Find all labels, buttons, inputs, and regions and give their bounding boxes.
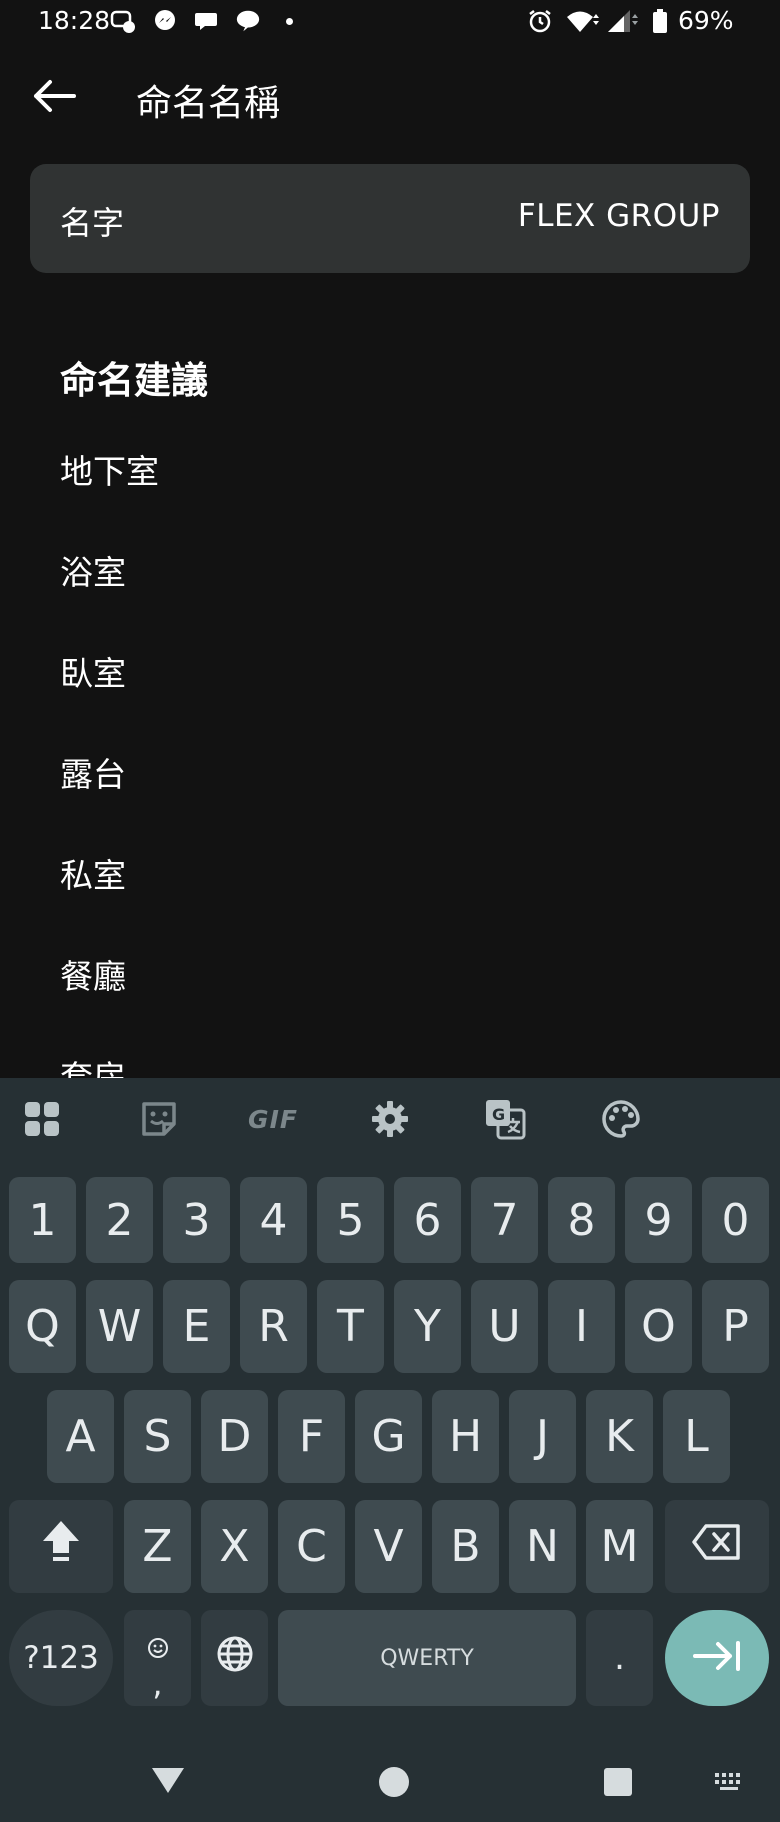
name-field[interactable]: 名字 FLEX GROUP (30, 164, 750, 273)
key-8[interactable]: 8 (548, 1177, 615, 1263)
period-label: . (614, 1638, 625, 1678)
battery-icon (650, 8, 670, 34)
key-d[interactable]: D (201, 1390, 268, 1483)
wifi-icon (565, 8, 601, 34)
period-key[interactable]: . (586, 1610, 653, 1706)
key-y[interactable]: Y (394, 1280, 461, 1373)
key-2[interactable]: 2 (86, 1177, 153, 1263)
alarm-icon (527, 8, 553, 34)
key-0[interactable]: 0 (702, 1177, 769, 1263)
key-1[interactable]: 1 (9, 1177, 76, 1263)
suggestion-item[interactable]: 浴室 (60, 543, 460, 603)
key-l[interactable]: L (663, 1390, 730, 1483)
translate-icon[interactable]: G (482, 1096, 528, 1142)
key-x[interactable]: X (201, 1500, 268, 1593)
symbols-key-label: ?123 (23, 1640, 99, 1676)
key-a[interactable]: A (47, 1390, 114, 1483)
key-s[interactable]: S (124, 1390, 191, 1483)
space-key[interactable]: QWERTY (278, 1610, 576, 1706)
suggestion-item[interactable]: 餐廳 (60, 947, 460, 1007)
next-field-icon (692, 1633, 742, 1684)
language-key[interactable] (201, 1610, 268, 1706)
recents-nav-icon[interactable] (598, 1762, 638, 1802)
key-q[interactable]: Q (9, 1280, 76, 1373)
navigation-bar (0, 1740, 780, 1822)
emoji-comma-key[interactable]: , (124, 1610, 191, 1706)
emoji-icon (147, 1619, 169, 1670)
line-icon (235, 8, 261, 34)
key-o[interactable]: O (625, 1280, 692, 1373)
key-p[interactable]: P (702, 1280, 769, 1373)
status-time: 18:28 (38, 6, 111, 35)
backspace-icon (692, 1521, 742, 1572)
key-t[interactable]: T (317, 1280, 384, 1373)
page-title: 命名名稱 (136, 83, 281, 124)
key-f[interactable]: F (278, 1390, 345, 1483)
name-field-label: 名字 (60, 204, 125, 242)
signal-icon (606, 8, 642, 34)
apps-grid-icon[interactable] (19, 1096, 65, 1142)
key-6[interactable]: 6 (394, 1177, 461, 1263)
key-h[interactable]: H (432, 1390, 499, 1483)
enter-key[interactable] (665, 1610, 769, 1706)
back-button[interactable] (26, 70, 82, 126)
name-field-value[interactable]: FLEX GROUP (518, 198, 720, 234)
svg-text:G: G (492, 1105, 505, 1124)
gif-label: GIF (248, 1104, 298, 1134)
suggestion-item[interactable]: 臥室 (60, 644, 460, 704)
home-nav-icon[interactable] (374, 1762, 414, 1802)
suggestion-list: 地下室 浴室 臥室 露台 私室 餐廳 套房 (0, 420, 780, 1078)
key-4[interactable]: 4 (240, 1177, 307, 1263)
keyboard-toolbar: GIF G (0, 1078, 780, 1160)
chat-bubble-icon (194, 8, 220, 34)
gif-icon[interactable]: GIF (248, 1096, 298, 1142)
comma-label: , (152, 1664, 163, 1703)
messenger-icon (152, 8, 178, 34)
keyboard: GIF G 1 2 3 4 5 6 7 8 9 0 Q W E R T Y U … (0, 1078, 780, 1740)
settings-gear-icon[interactable] (367, 1096, 413, 1142)
key-n[interactable]: N (509, 1500, 576, 1593)
sticker-icon[interactable] (136, 1096, 182, 1142)
key-v[interactable]: V (355, 1500, 422, 1593)
battery-percentage: 69% (678, 6, 734, 35)
space-key-label: QWERTY (380, 1645, 474, 1671)
arrow-back-icon (32, 79, 76, 117)
key-r[interactable]: R (240, 1280, 307, 1373)
key-5[interactable]: 5 (317, 1177, 384, 1263)
key-u[interactable]: U (471, 1280, 538, 1373)
notification-dot (286, 18, 293, 25)
key-c[interactable]: C (278, 1500, 345, 1593)
suggestion-item[interactable]: 露台 (60, 745, 460, 805)
keyboard-switch-icon[interactable] (712, 1770, 748, 1794)
shift-key[interactable] (9, 1500, 113, 1593)
suggestion-item[interactable]: 地下室 (60, 442, 460, 502)
key-9[interactable]: 9 (625, 1177, 692, 1263)
facebook-messenger-notification-icon (110, 8, 136, 34)
globe-icon (216, 1633, 254, 1684)
key-w[interactable]: W (86, 1280, 153, 1373)
key-3[interactable]: 3 (163, 1177, 230, 1263)
palette-icon[interactable] (598, 1096, 644, 1142)
key-m[interactable]: M (586, 1500, 653, 1593)
back-nav-icon[interactable] (146, 1760, 190, 1800)
key-b[interactable]: B (432, 1500, 499, 1593)
backspace-key[interactable] (665, 1500, 769, 1593)
key-z[interactable]: Z (124, 1500, 191, 1593)
key-i[interactable]: I (548, 1280, 615, 1373)
suggestion-item[interactable]: 套房 (60, 1048, 460, 1078)
key-j[interactable]: J (509, 1390, 576, 1483)
key-7[interactable]: 7 (471, 1177, 538, 1263)
status-bar: 18:28 69% (0, 0, 780, 44)
key-g[interactable]: G (355, 1390, 422, 1483)
key-k[interactable]: K (586, 1390, 653, 1483)
symbols-key[interactable]: ?123 (9, 1610, 113, 1706)
suggestion-item[interactable]: 私室 (60, 846, 460, 906)
key-e[interactable]: E (163, 1280, 230, 1373)
shift-icon (41, 1519, 81, 1574)
suggestions-title: 命名建議 (60, 359, 208, 402)
